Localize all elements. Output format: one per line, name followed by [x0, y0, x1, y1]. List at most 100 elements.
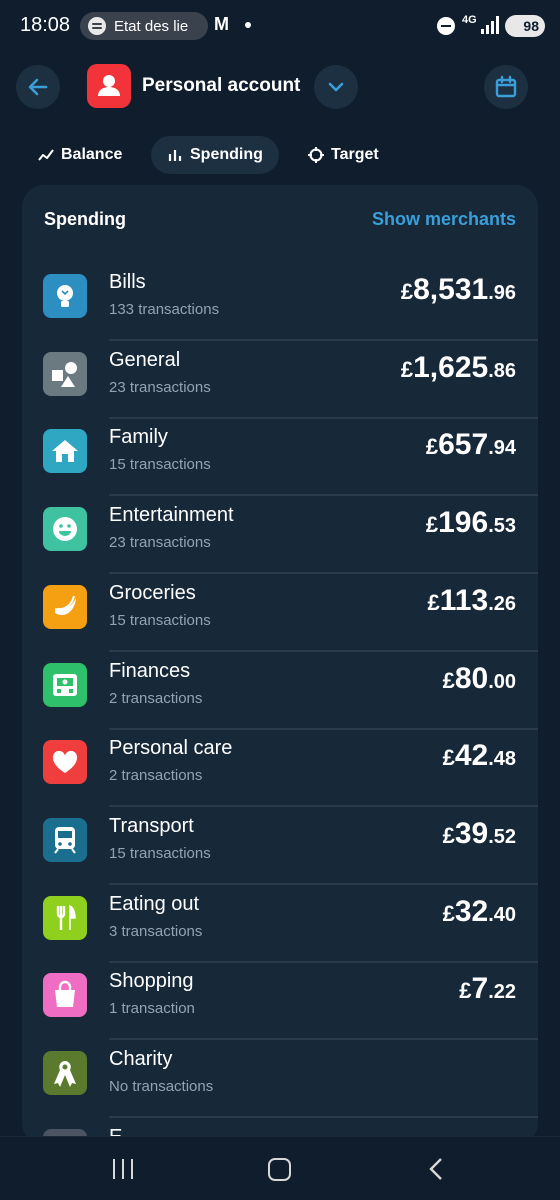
chevron-down-icon	[328, 82, 344, 92]
category-name: Finances	[109, 659, 191, 682]
back-button[interactable]	[16, 65, 60, 109]
category-name: Groceries	[109, 581, 196, 604]
spending-category-row[interactable]: Finances 2 transactions £80.00	[22, 652, 538, 730]
amount-whole: 7	[471, 972, 489, 1006]
banana-icon	[43, 584, 87, 629]
amount-currency: £	[400, 356, 414, 382]
amount-whole: 32	[454, 894, 489, 928]
transaction-count: 3 transactions	[109, 922, 203, 940]
spending-category-row[interactable]: Shopping 1 transaction £7.22	[22, 962, 538, 1041]
bar-chart-icon	[167, 147, 183, 163]
heart-icon	[43, 740, 87, 785]
amount-decimal: .40	[488, 903, 516, 926]
train-icon	[43, 817, 87, 862]
spending-category-row[interactable]: Eating out 3 transactions £32.40	[22, 885, 538, 963]
amount-currency: £	[427, 589, 440, 615]
signal-icon	[481, 16, 499, 34]
crosshair-icon	[308, 147, 324, 163]
amount-currency: £	[442, 822, 455, 848]
spending-category-row[interactable]: Entertainment 23 transactions £196.53	[22, 496, 538, 575]
ribbon-icon	[43, 1051, 87, 1095]
transaction-count: 23 transactions	[109, 534, 211, 552]
category-amount: £32.40	[443, 895, 516, 929]
spending-category-row[interactable]: Groceries 15 transactions £113.26	[22, 574, 538, 652]
amount-currency: £	[400, 279, 414, 304]
amount-decimal: .94	[488, 437, 516, 460]
transaction-count: 15 transactions	[109, 611, 211, 629]
person-icon	[98, 75, 120, 96]
amount-currency: £	[425, 512, 439, 538]
spending-category-row[interactable]: Bills 133 transactions £8,531.96	[22, 263, 538, 341]
amount-decimal: .00	[488, 670, 516, 693]
amount-currency: £	[459, 978, 472, 1004]
transaction-count: 133 transactions	[109, 301, 220, 318]
amount-currency: £	[442, 900, 455, 926]
amount-decimal: .52	[488, 825, 516, 848]
amount-decimal: .22	[488, 981, 516, 1004]
amount-whole: 42	[454, 739, 489, 773]
category-name: Entertainment	[109, 504, 234, 527]
category-name: Transport	[109, 814, 194, 837]
amount-decimal: .26	[488, 592, 516, 615]
amount-decimal: .96	[488, 282, 516, 304]
category-name: Shopping	[109, 970, 194, 993]
category-amount: £657.94	[426, 428, 516, 462]
show-merchants-link[interactable]: Show merchants	[372, 209, 516, 230]
transaction-count: 15 transactions	[109, 456, 211, 474]
media-label: Etat des lie	[114, 17, 189, 35]
lightbulb-icon	[43, 274, 87, 318]
amount-decimal: .86	[488, 359, 516, 382]
category-name: Charity	[109, 1048, 173, 1070]
category-amount: £113.26	[428, 584, 516, 618]
network-type: 4G	[462, 14, 477, 26]
category-name: General	[109, 348, 181, 371]
amount-whole: 657	[438, 428, 489, 462]
home-button[interactable]	[268, 1158, 291, 1181]
spending-category-row[interactable]: General 23 transactions £1,625.86	[22, 341, 538, 419]
do-not-disturb-icon	[437, 17, 455, 35]
tab-label: Spending	[190, 146, 263, 163]
spending-category-row[interactable]: Transport 15 transactions £39.52	[22, 807, 538, 885]
calendar-button[interactable]	[484, 65, 528, 109]
transaction-count: No transactions	[109, 1078, 214, 1095]
account-switcher-button[interactable]	[314, 65, 358, 109]
tab-label: Target	[331, 146, 379, 163]
amount-whole: 1,625	[413, 350, 489, 384]
amount-currency: £	[442, 667, 455, 693]
spending-category-row[interactable]: Family 15 transactions £657.94	[22, 418, 538, 497]
system-nav-bar	[0, 1136, 560, 1200]
house-icon	[43, 429, 87, 474]
gmail-icon: M	[214, 14, 229, 34]
cutlery-icon	[43, 895, 87, 940]
transaction-count: 2 transactions	[109, 767, 203, 785]
system-back-button[interactable]	[428, 1157, 444, 1186]
tab-spending[interactable]: Spending	[151, 136, 279, 174]
amount-decimal: .53	[488, 515, 516, 538]
line-chart-icon	[38, 147, 54, 163]
spending-title: Spending	[44, 209, 126, 229]
category-name: Personal care	[109, 737, 233, 760]
spending-category-row[interactable]: Personal care 2 transactions £42.48	[22, 729, 538, 808]
status-time: 18:08	[20, 14, 71, 36]
recent-apps-button[interactable]	[113, 1159, 135, 1179]
arrow-left-icon	[28, 78, 48, 96]
category-name: Family	[109, 426, 168, 449]
amount-whole: 8,531	[413, 273, 489, 306]
amount-currency: £	[425, 434, 439, 460]
media-notification[interactable]: Etat des lie	[80, 12, 208, 40]
amount-whole: 113	[439, 583, 489, 617]
transaction-count: 1 transaction	[109, 1000, 195, 1018]
amount-currency: £	[442, 745, 455, 771]
account-title[interactable]: Personal account	[142, 75, 300, 97]
category-amount: £196.53	[426, 506, 516, 540]
amount-whole: 196	[438, 506, 489, 540]
account-avatar[interactable]	[87, 64, 131, 108]
category-name: Bills	[109, 271, 146, 293]
chevron-left-icon	[429, 1158, 442, 1180]
tab-label: Balance	[61, 146, 123, 163]
tab-target[interactable]: Target	[292, 136, 395, 174]
tab-balance[interactable]: Balance	[22, 136, 138, 174]
spending-category-row[interactable]: Charity No transactions	[22, 1040, 538, 1118]
smiley-icon	[43, 507, 87, 552]
notification-dot-icon	[245, 22, 251, 28]
